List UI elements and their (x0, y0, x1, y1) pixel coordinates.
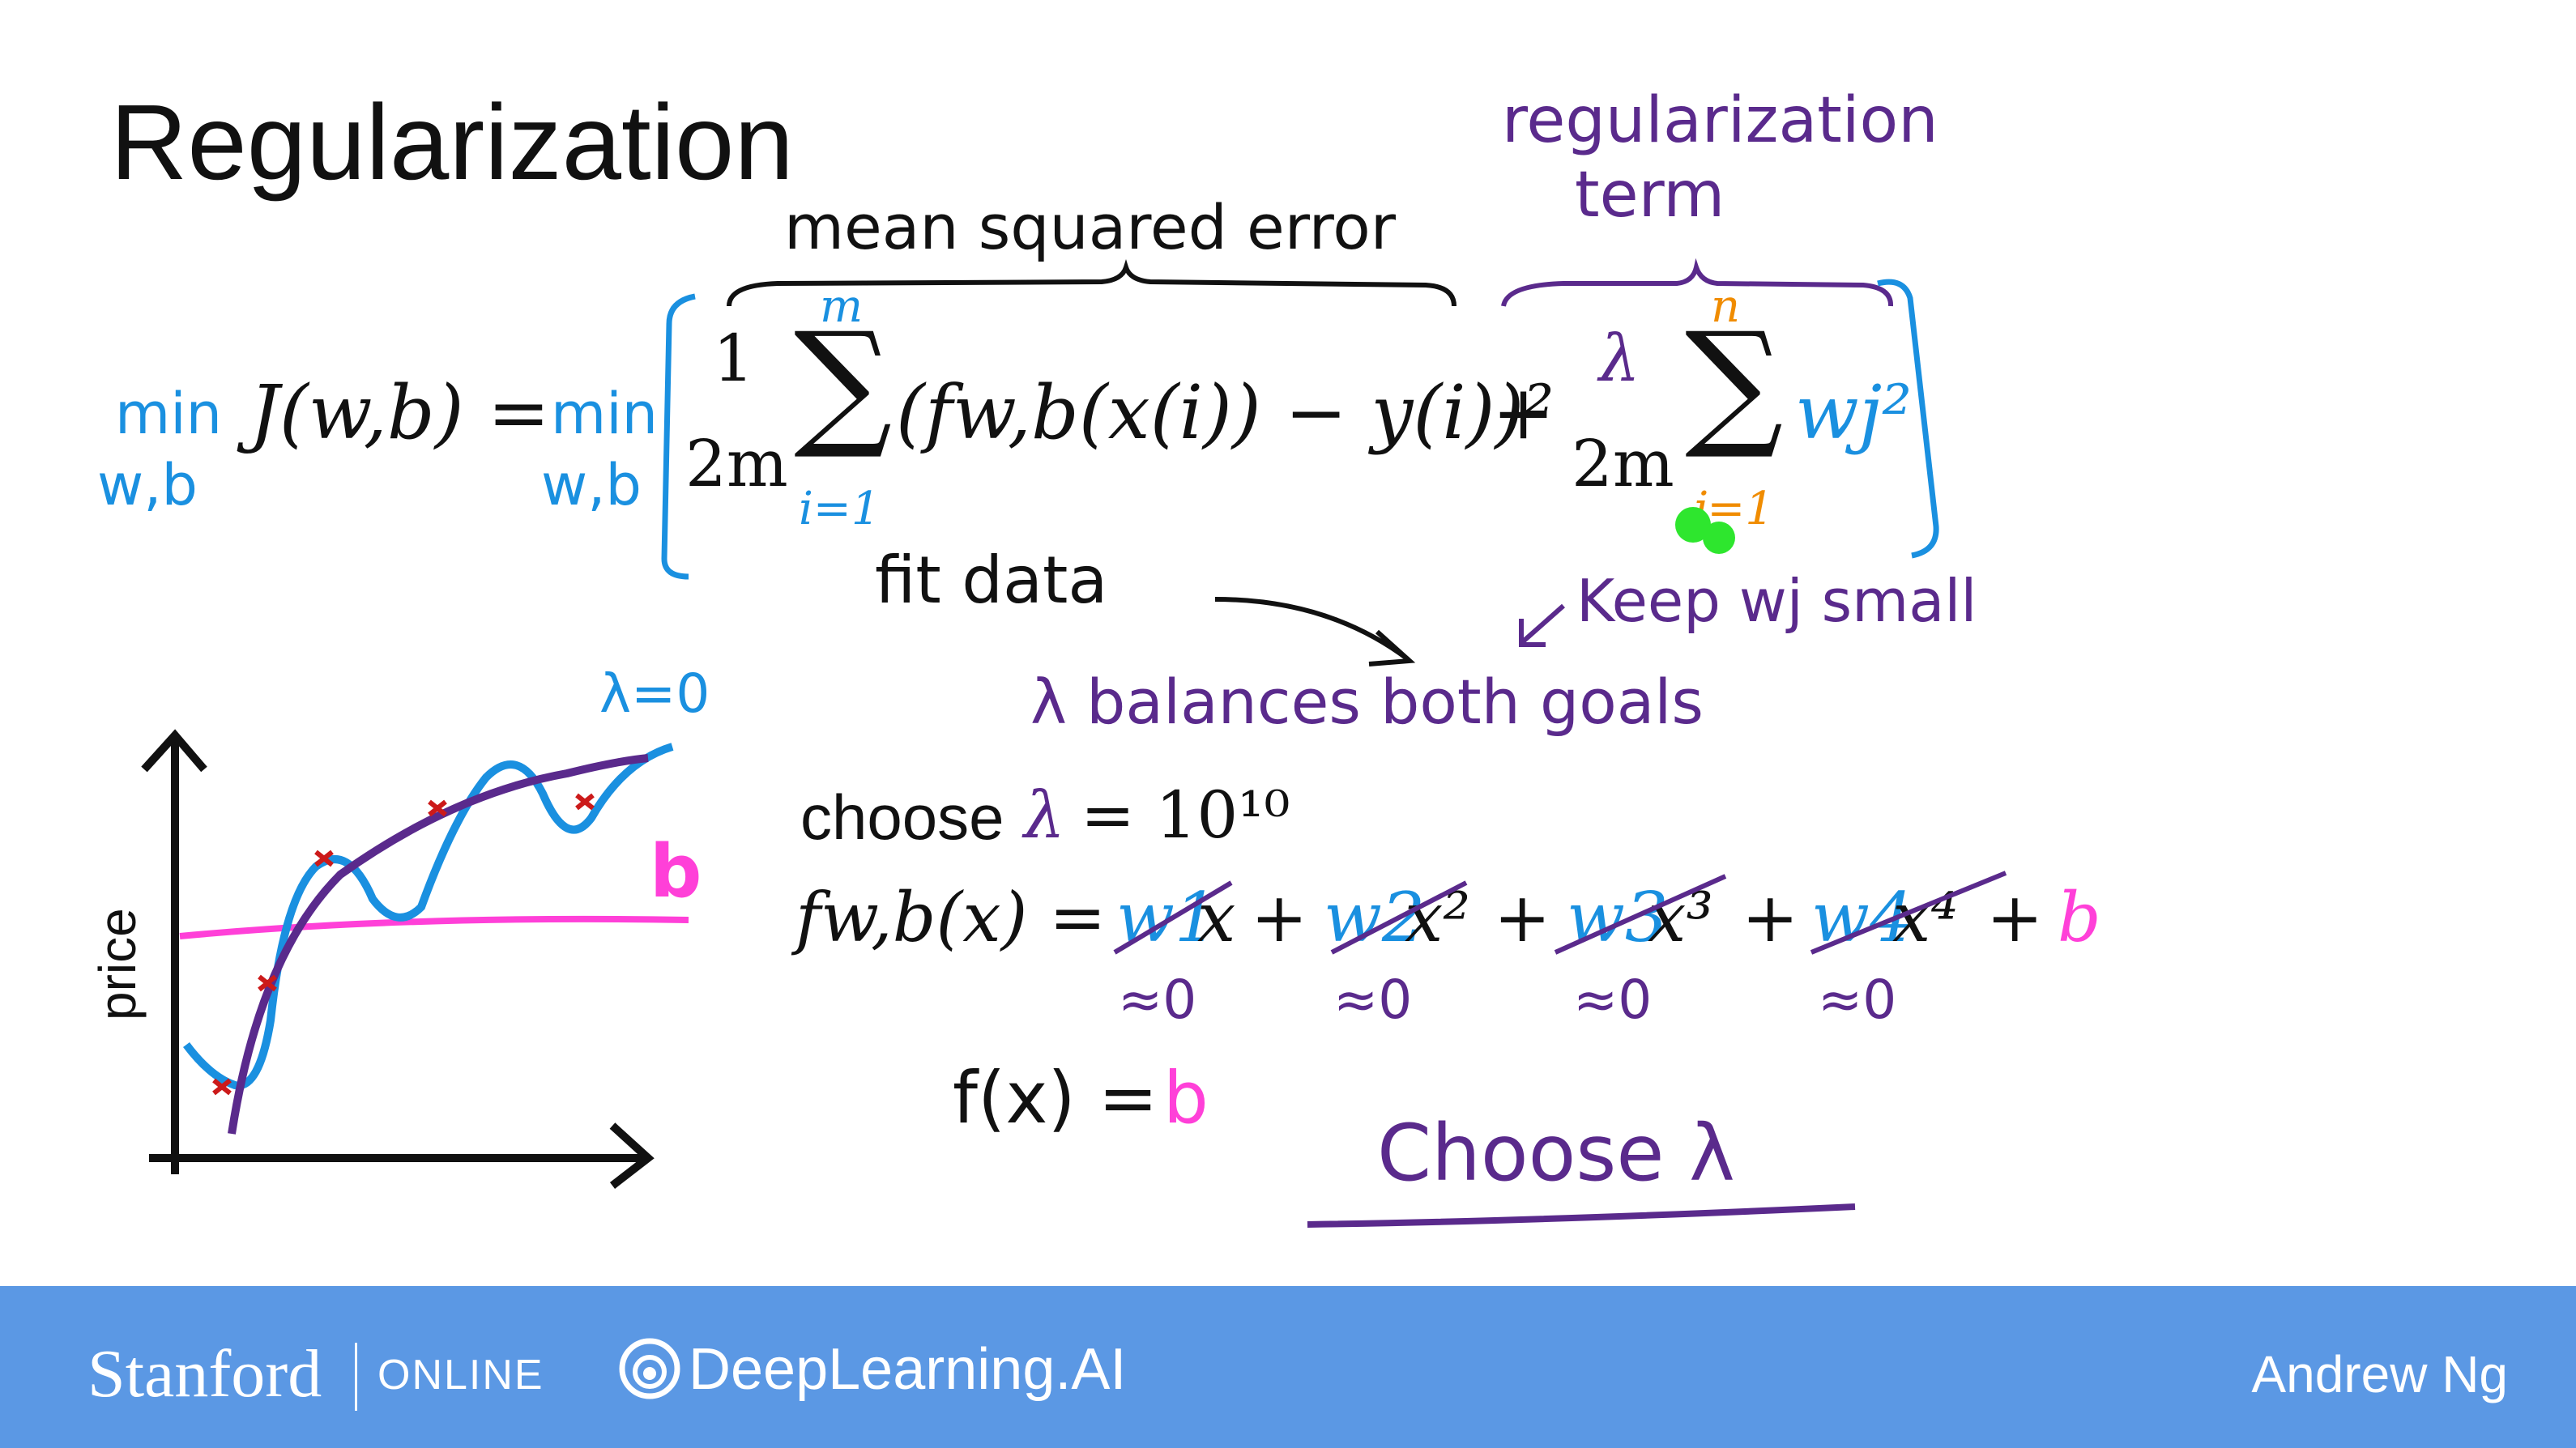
stanford-logo-text: Stanford (87, 1336, 322, 1412)
slide: Regularization mean squared error regula… (0, 0, 2576, 1448)
handwritten-strokes (141, 258, 2007, 1228)
online-logo-text: ONLINE (377, 1352, 544, 1399)
deeplearning-logo-icon (619, 1338, 680, 1399)
strike-w2 (1330, 880, 1468, 955)
footer-bar: Stanford ONLINE DeepLearning.AI Andrew N… (0, 1286, 2576, 1448)
keep-small-arrow (1519, 603, 1565, 647)
fit-data-arrow (1214, 597, 1410, 662)
strike-w1 (1113, 880, 1233, 955)
left-bracket (661, 293, 696, 580)
strike-w3 (1554, 874, 1727, 955)
regularized-curve (228, 754, 649, 1135)
logo-separator (355, 1343, 357, 1411)
mse-brace (727, 258, 1456, 307)
right-bracket (1877, 279, 1939, 559)
green-dot (1703, 522, 1735, 554)
deeplearning-logo-text: DeepLearning.AI (689, 1337, 1127, 1402)
data-point (575, 793, 595, 811)
strike-w4 (1810, 871, 2007, 955)
data-point-marks (212, 793, 595, 1096)
author-name: Andrew Ng (2251, 1345, 2508, 1403)
b-constant-line (179, 915, 689, 939)
reg-brace (1501, 258, 1893, 307)
choose-lambda-underline (1307, 1203, 1856, 1228)
